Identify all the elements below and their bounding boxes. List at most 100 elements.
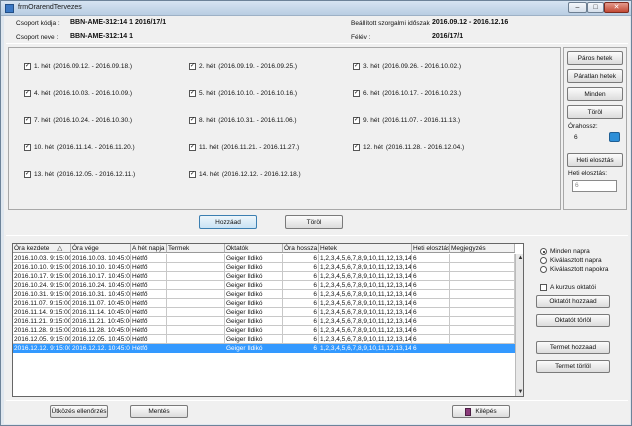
table-row[interactable]: 2016.11.28. 9:15:00 2016.11.28. 10:45:00 H… [13, 326, 515, 335]
period-label: Beállított szorgalmi időszak [351, 20, 430, 27]
radio-all-days[interactable]: Minden napra [540, 248, 590, 255]
add-button[interactable]: Hozzáad [199, 215, 257, 229]
schedule-table[interactable]: Óra kezdete △ Óra vége A hét napja Terme… [12, 243, 524, 397]
all-weeks-button[interactable]: Minden [567, 87, 623, 101]
checkbox-icon[interactable]: ✓ [189, 63, 196, 70]
table-row[interactable]: 2016.11.07. 9:15:00 2016.11.07. 10:45:00 H… [13, 299, 515, 308]
window-title: frmOrarendTervezes [18, 4, 82, 11]
week-checkbox[interactable]: ✓ 1. hét (2016.09.12. - 2016.09.18.) [24, 63, 132, 70]
exit-button[interactable]: Kilépés [452, 405, 510, 418]
week-checkbox[interactable]: ✓ 8. hét (2016.10.31. - 2016.11.06.) [189, 117, 297, 124]
even-weeks-button[interactable]: Páros hetek [567, 51, 623, 65]
save-button[interactable]: Mentés [130, 405, 188, 418]
week-checkbox[interactable]: ✓ 7. hét (2016.10.24. - 2016.10.30.) [24, 117, 132, 124]
group-code-value: BBN-AME-312:14 1 2016/17/1 [70, 19, 167, 26]
form-body: Csoport kódja : BBN-AME-312:14 1 2016/17… [4, 16, 630, 424]
checkbox-icon[interactable]: ✓ [24, 171, 31, 178]
scroll-up-icon[interactable]: ▲ [516, 254, 523, 263]
hours-label: Órahossz: [568, 123, 598, 130]
column-header[interactable]: Termek [167, 244, 225, 253]
footer-separator [6, 400, 628, 401]
week-checkbox[interactable]: ✓ 12. hét (2016.11.28. - 2016.12.04.) [353, 144, 464, 151]
table-row[interactable]: 2016.11.21. 9:15:00 2016.11.21. 10:45:00 H… [13, 317, 515, 326]
table-row[interactable]: 2016.10.17. 9:15:00 2016.10.17. 10:45:00 H… [13, 272, 515, 281]
checkbox-icon[interactable]: ✓ [24, 90, 31, 97]
week-checkbox[interactable]: ✓ 13. hét (2016.12.05. - 2016.12.11.) [24, 171, 135, 178]
close-button[interactable]: ✕ [604, 2, 629, 13]
exit-icon [465, 407, 472, 416]
column-header[interactable]: Heti elosztás [412, 244, 450, 253]
table-row[interactable]: 2016.10.10. 9:15:00 2016.10.10. 10:45:00 H… [13, 263, 515, 272]
radio-selected-day[interactable]: Kiválasztott napra [540, 257, 602, 264]
minimize-button[interactable]: – [568, 2, 587, 13]
table-row[interactable]: 2016.12.05. 9:15:00 2016.12.05. 10:45:00 H… [13, 335, 515, 344]
semester-value: 2016/17/1 [432, 33, 464, 40]
table-header: Óra kezdete △ Óra vége A hét napja Terme… [13, 244, 515, 253]
week-checkbox[interactable]: ✓ 9. hét (2016.11.07. - 2016.11.13.) [353, 117, 460, 124]
scroll-down-icon[interactable]: ▼ [516, 388, 523, 396]
course-teachers-checkbox[interactable]: A kurzus oktatói [540, 284, 596, 291]
table-row[interactable]: 2016.11.14. 9:15:00 2016.11.14. 10:45:00 H… [13, 308, 515, 317]
main-window: frmOrarendTervezes – □ ✕ Csoport kódja :… [0, 0, 632, 426]
column-header[interactable]: Oktatók [225, 244, 283, 253]
week-checkbox[interactable]: ✓ 14. hét (2016.12.12. - 2016.12.18.) [189, 171, 301, 178]
weekly-distribution-label: Heti elosztás: [568, 170, 608, 177]
delete-teacher-button[interactable]: Oktatót törlöl [536, 314, 610, 327]
checkbox-icon[interactable]: ✓ [189, 171, 196, 178]
table-row[interactable]: 2016.10.03. 9:15:00 2016.10.03. 10:45:00 H… [13, 254, 515, 263]
weekly-distribution-field[interactable]: 6 [572, 180, 617, 192]
column-header[interactable]: Óra kezdete △ [13, 244, 71, 253]
day-scope-group: Minden napra Kiválasztott napra Kiválasz… [534, 243, 609, 273]
weeks-panel: ✓ 1. hét (2016.09.12. - 2016.09.18.) ✓ 2. h… [8, 47, 561, 210]
week-checkbox[interactable]: ✓ 10. hét (2016.11.14. - 2016.11.20.) [24, 144, 135, 151]
week-checkbox[interactable]: ✓ 11. hét (2016.11.21. - 2016.11.27.) [189, 144, 299, 151]
weekly-distribution-button[interactable]: Heti elosztás [567, 153, 623, 167]
hours-value: 6 [574, 134, 578, 141]
group-code-label: Csoport kódja : [16, 20, 60, 27]
app-icon [5, 4, 14, 13]
sort-icon: △ [57, 245, 63, 252]
column-header[interactable]: Megjegyzés [450, 244, 515, 253]
column-header[interactable]: Óra hossza [283, 244, 319, 253]
title-bar: frmOrarendTervezes – □ ✕ [1, 1, 631, 16]
group-name-label: Csoport neve : [16, 34, 59, 41]
checkbox-icon[interactable]: ✓ [189, 117, 196, 124]
add-teacher-button[interactable]: Oktatót hozzaad [536, 295, 610, 308]
clear-weeks-button[interactable]: Töröl [567, 105, 623, 119]
middle-separator [6, 235, 628, 236]
week-checkbox[interactable]: ✓ 2. hét (2016.09.19. - 2016.09.25.) [189, 63, 297, 70]
group-name-value: BBN-AME-312:14 1 [70, 33, 134, 40]
column-header[interactable]: Hetek [319, 244, 412, 253]
table-row[interactable]: 2016.10.31. 9:15:00 2016.10.31. 10:45:00 H… [13, 290, 515, 299]
checkbox-icon[interactable]: ✓ [353, 117, 360, 124]
column-header[interactable]: A hét napja [131, 244, 167, 253]
hours-apply-icon[interactable] [609, 132, 620, 142]
conflict-check-button[interactable]: Ütközés ellenőrzés [50, 405, 108, 418]
radio-selected-days[interactable]: Kiválasztott napokra [540, 266, 609, 273]
period-value: 2016.09.12 - 2016.12.16 [432, 19, 509, 26]
week-checkbox[interactable]: ✓ 3. hét (2016.09.26. - 2016.10.02.) [353, 63, 461, 70]
header-separator [6, 43, 628, 44]
column-header[interactable]: Óra vége [71, 244, 131, 253]
checkbox-icon[interactable]: ✓ [353, 63, 360, 70]
delete-button[interactable]: Töröl [285, 215, 343, 229]
add-room-button[interactable]: Termet hozzaad [536, 341, 610, 354]
maximize-button[interactable]: □ [587, 2, 604, 13]
checkbox-icon[interactable]: ✓ [353, 144, 360, 151]
vertical-scrollbar[interactable]: ▲ ▼ [515, 254, 523, 396]
checkbox-icon[interactable]: ✓ [353, 90, 360, 97]
checkbox-icon[interactable]: ✓ [24, 63, 31, 70]
table-row[interactable]: 2016.10.24. 9:15:00 2016.10.24. 10:45:00 H… [13, 281, 515, 290]
week-checkbox[interactable]: ✓ 5. hét (2016.10.10. - 2016.10.16.) [189, 90, 297, 97]
checkbox-icon[interactable]: ✓ [189, 144, 196, 151]
table-row-selected[interactable]: 2016.12.12. 9:15:00 2016.12.12. 10:45:00 H… [13, 344, 515, 353]
checkbox-icon[interactable]: ✓ [24, 117, 31, 124]
odd-weeks-button[interactable]: Páratlan hetek [567, 69, 623, 83]
week-checkbox[interactable]: ✓ 6. hét (2016.10.17. - 2016.10.23.) [353, 90, 461, 97]
semester-label: Félév : [351, 34, 371, 41]
week-checkbox[interactable]: ✓ 4. hét (2016.10.03. - 2016.10.09.) [24, 90, 132, 97]
checkbox-icon[interactable]: ✓ [189, 90, 196, 97]
delete-room-button[interactable]: Termet törlöl [536, 360, 610, 373]
week-controls-panel: Páros hetek Páratlan hetek Minden Töröl … [563, 47, 627, 210]
checkbox-icon[interactable]: ✓ [24, 144, 31, 151]
